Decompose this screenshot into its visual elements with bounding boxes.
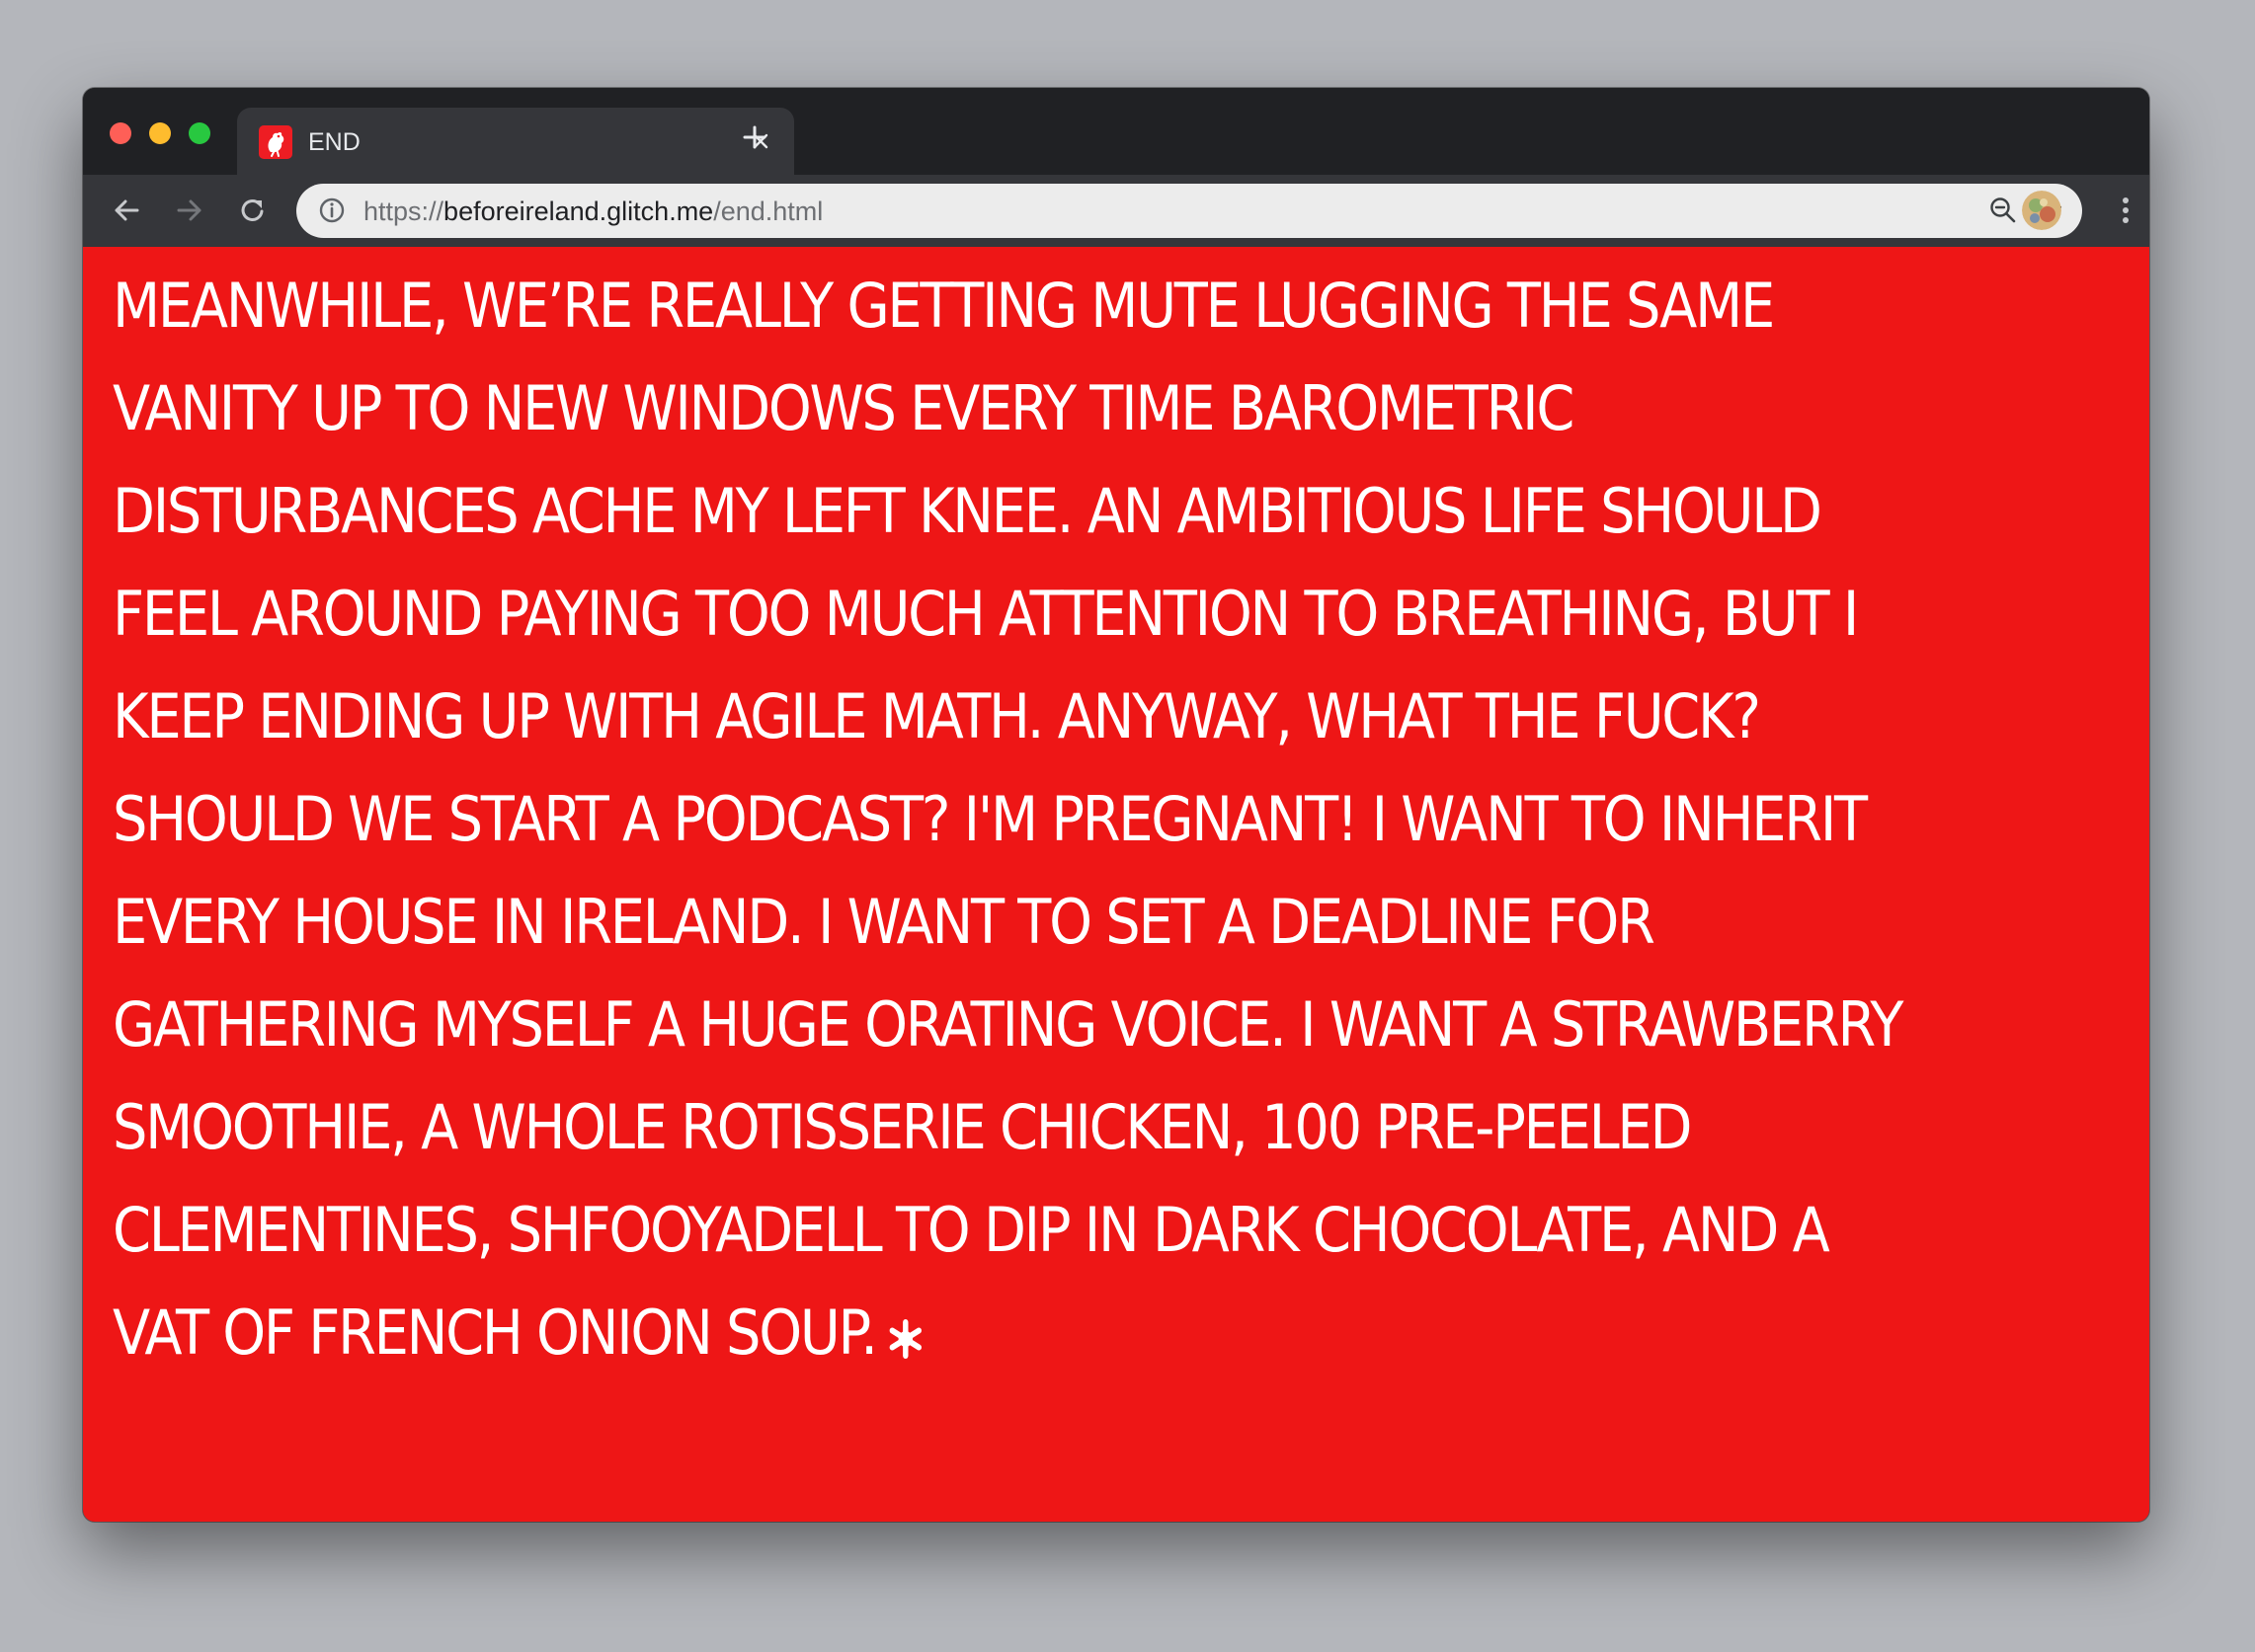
info-icon[interactable]	[316, 195, 348, 226]
more-vert-icon[interactable]	[2106, 191, 2145, 230]
tab-title: END	[308, 128, 361, 156]
rooster-favicon-icon	[259, 125, 292, 159]
plus-icon[interactable]	[737, 119, 772, 155]
url-host: beforeireland.glitch.me	[443, 197, 714, 226]
end-passage: MEANWHILE, WE’RE REALLY GETTING MUTE LUG…	[113, 255, 1926, 1384]
arrow-right-icon[interactable]	[170, 191, 209, 230]
zoom-out-icon[interactable]	[1987, 195, 2019, 226]
url-scheme: https://	[363, 197, 444, 226]
tab-end[interactable]: END	[237, 108, 794, 175]
toolbar: https://beforeireland.glitch.me/end.html	[83, 175, 2149, 247]
tab-strip: END	[83, 88, 2149, 175]
url-text[interactable]: https://beforeireland.glitch.me/end.html	[363, 195, 823, 228]
avatar[interactable]	[2022, 191, 2061, 230]
url-path: /end.html	[713, 197, 824, 226]
browser-window: END https://beforeireland.glitch.me/end.…	[83, 88, 2149, 1522]
asterisk-icon	[885, 1290, 926, 1359]
arrow-left-icon[interactable]	[107, 191, 146, 230]
reload-icon[interactable]	[233, 191, 273, 230]
page-content: MEANWHILE, WE’RE REALLY GETTING MUTE LUG…	[83, 247, 2149, 1522]
close-window-button[interactable]	[110, 122, 131, 144]
address-bar[interactable]: https://beforeireland.glitch.me/end.html	[296, 184, 2082, 238]
passage-text: MEANWHILE, WE’RE REALLY GETTING MUTE LUG…	[113, 270, 1903, 1369]
zoom-window-button[interactable]	[189, 122, 210, 144]
minimize-window-button[interactable]	[149, 122, 171, 144]
